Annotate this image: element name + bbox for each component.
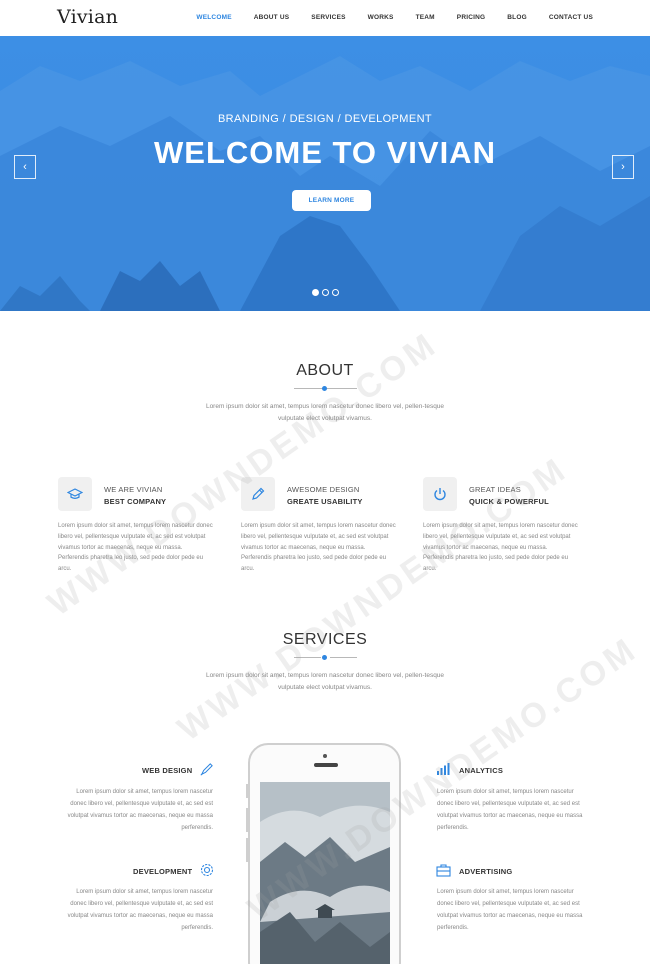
service-text: Lorem ipsum dolor sit amet, tempus lorem… [67, 789, 213, 831]
phone-camera [323, 754, 327, 758]
menu-item-services[interactable]: SERVICES [311, 14, 345, 21]
feature-subheading: BEST COMPANY [104, 497, 167, 506]
briefcase-icon [436, 863, 451, 882]
service-title-web-design: WEB DESIGN [142, 766, 193, 775]
feature-heading: AWESOME DESIGN [287, 485, 360, 494]
menu-item-about-us[interactable]: ABOUT US [254, 14, 290, 21]
graduation-cap-icon [58, 477, 92, 511]
watermark-text: WWW.DOWNDEMO.COM [170, 449, 575, 749]
slider-dots [312, 289, 339, 296]
hero-subtitle: BRANDING / DESIGN / DEVELOPMENT [217, 113, 433, 125]
service-title-development: DEVELOPMENT [133, 867, 193, 876]
service-text: Lorem ipsum dolor sit amet, tempus lorem… [437, 889, 583, 931]
brush-icon [199, 762, 214, 782]
phone-screen-image [260, 782, 390, 964]
feature-subheading: GREATE USABILITY [287, 497, 363, 506]
bar-chart-icon [436, 762, 451, 781]
slider-dot-1[interactable] [312, 289, 319, 296]
about-title: ABOUT [296, 362, 354, 379]
feature-text: Lorem ipsum dolor sit amet, tempus lorem… [58, 523, 213, 573]
menu-item-works[interactable]: WORKS [368, 14, 394, 21]
pencil-icon [241, 477, 275, 511]
menu-item-pricing[interactable]: PRICING [457, 14, 486, 21]
about-divider-right [330, 388, 357, 389]
menu-item-contact-us[interactable]: CONTACT US [549, 14, 593, 21]
services-title: SERVICES [282, 631, 368, 648]
hero-title: WELCOME TO VIVIAN [154, 135, 496, 170]
feature-text: Lorem ipsum dolor sit amet, tempus lorem… [241, 523, 396, 573]
feature-heading: WE ARE VIVIAN [104, 485, 163, 494]
services-description: Lorem ipsum dolor sit amet, tempus lorem… [205, 672, 445, 691]
slider-dot-3[interactable] [332, 289, 339, 296]
power-icon [423, 477, 457, 511]
gear-icon [199, 862, 215, 883]
logo[interactable]: Vivian [57, 6, 118, 28]
phone-speaker [314, 763, 338, 767]
feature-text: Lorem ipsum dolor sit amet, tempus lorem… [423, 523, 578, 573]
about-description: Lorem ipsum dolor sit amet, tempus lorem… [205, 403, 445, 422]
menu-item-team[interactable]: TEAM [416, 14, 435, 21]
feature-heading: GREAT IDEAS [469, 485, 521, 494]
service-text: Lorem ipsum dolor sit amet, tempus lorem… [437, 789, 583, 831]
top-navbar: Vivian WELCOME ABOUT US SERVICES WORKS T… [0, 0, 650, 36]
service-text: Lorem ipsum dolor sit amet, tempus lorem… [67, 889, 213, 931]
phone-mockup [248, 743, 401, 964]
service-title-analytics: ANALYTICS [459, 766, 504, 775]
services-divider-dot [322, 655, 327, 660]
feature-subheading: QUICK & POWERFUL [469, 497, 549, 506]
main-menu: WELCOME ABOUT US SERVICES WORKS TEAM PRI… [174, 14, 593, 21]
slider-dot-2[interactable] [322, 289, 329, 296]
services-divider-right [330, 657, 357, 658]
hero-background-image [0, 36, 650, 311]
about-divider-dot [322, 386, 327, 391]
service-title-advertising: ADVERTISING [459, 867, 513, 876]
hero-slider: ‹ › BRANDING / DESIGN / DEVELOPMENT WELC… [0, 36, 650, 311]
menu-item-blog[interactable]: BLOG [507, 14, 527, 21]
services-divider-left [294, 657, 321, 658]
learn-more-button[interactable]: LEARN MORE [292, 190, 371, 211]
menu-item-welcome[interactable]: WELCOME [196, 14, 231, 21]
